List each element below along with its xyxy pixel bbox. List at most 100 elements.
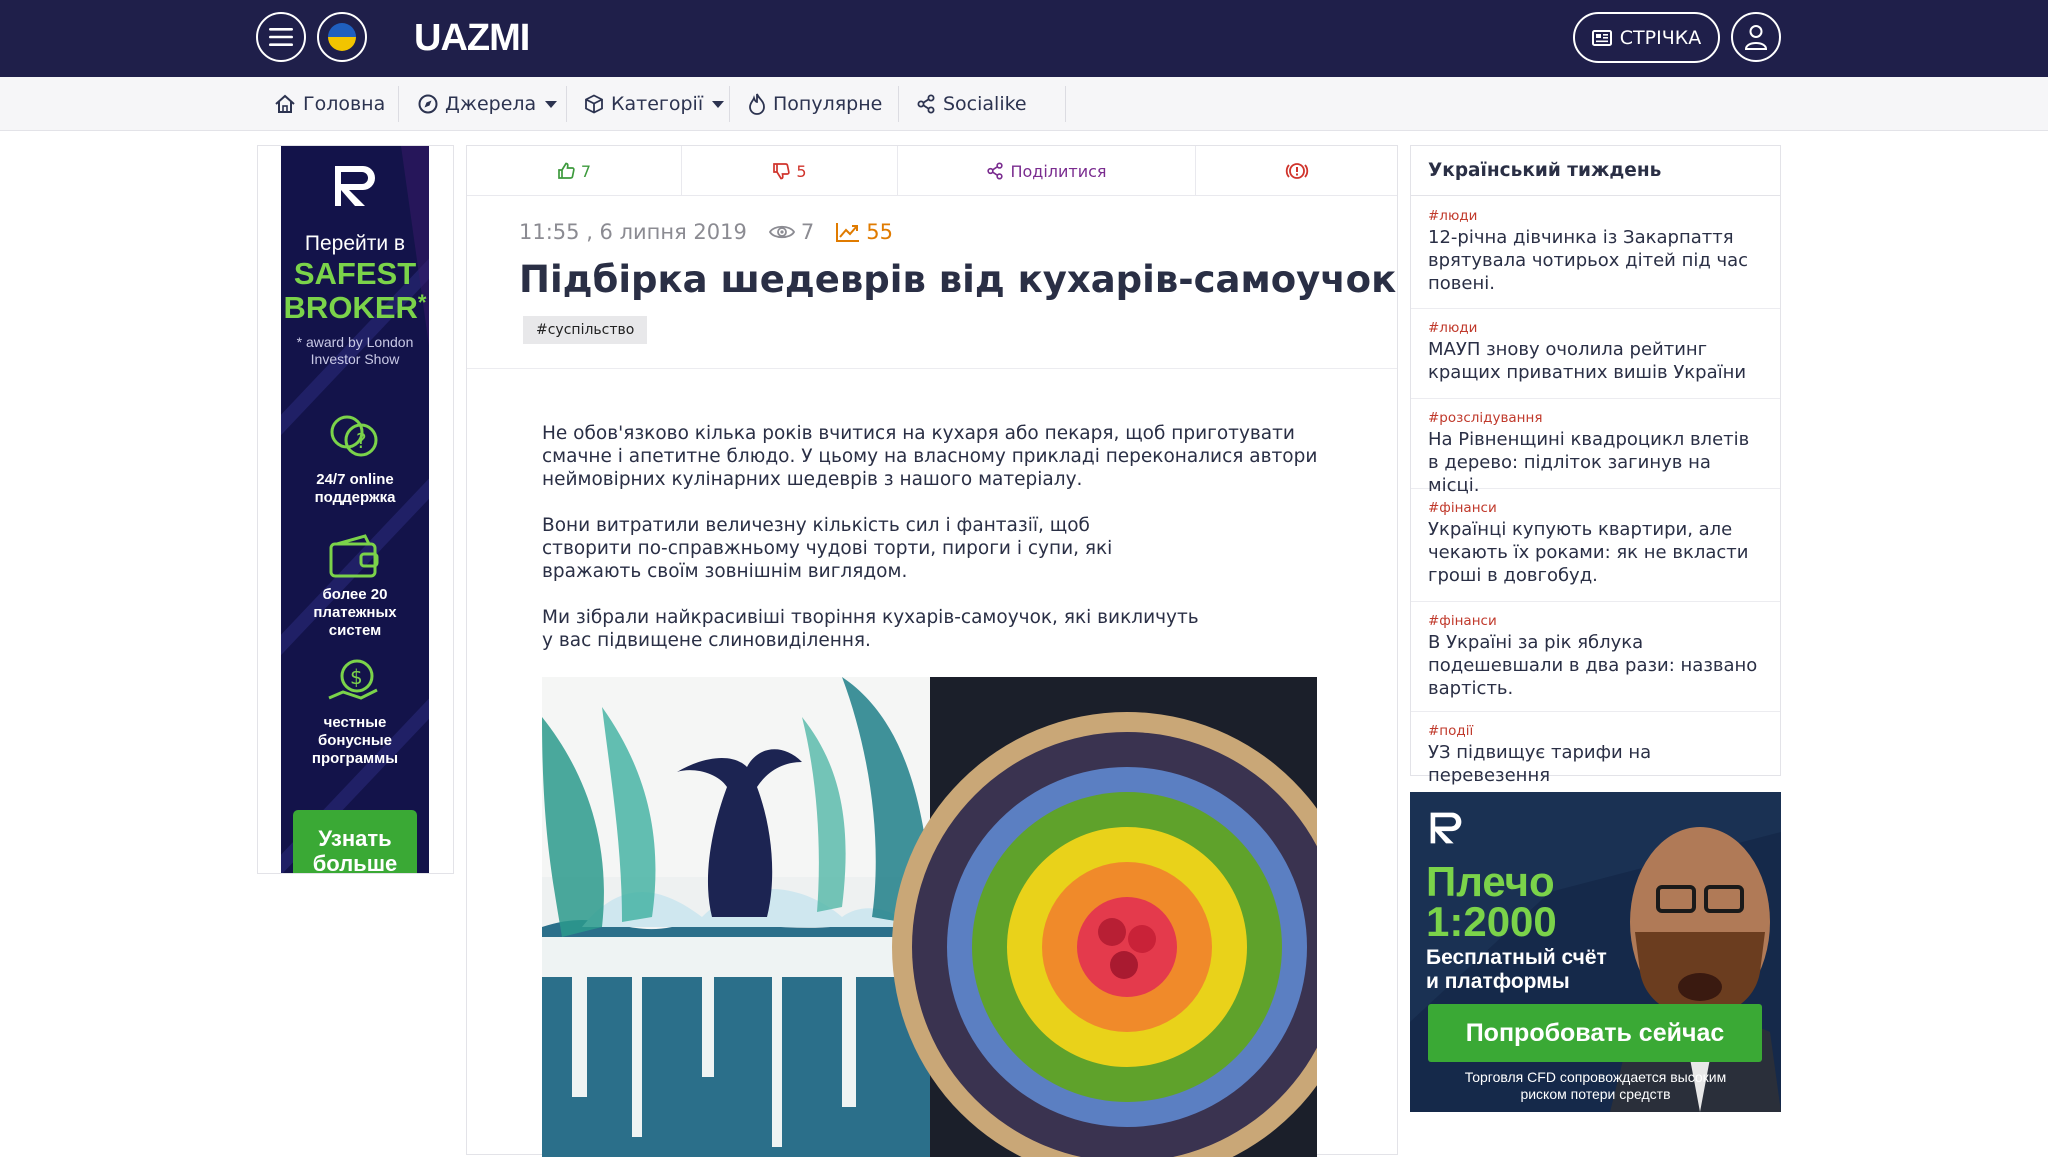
news-headline[interactable]: В Україні за рік яблука подешевшали в дв…: [1428, 631, 1763, 700]
nav-divider: [1065, 86, 1066, 122]
ad-broker: BROKER: [283, 290, 418, 325]
nav-item-label: Socialike: [943, 93, 1027, 115]
ad-learn-more-button[interactable]: Узнать больше: [293, 810, 417, 873]
nav-divider: [566, 86, 567, 122]
user-icon: [1744, 25, 1768, 50]
news-tag[interactable]: #люди: [1428, 320, 1763, 336]
rating-value: 55: [866, 220, 893, 244]
share-button[interactable]: Поділитися: [898, 146, 1195, 196]
article-paragraph: Не обов'язково кілька років вчитися на к…: [542, 423, 1318, 490]
newspaper-icon: [1591, 29, 1612, 46]
menu-button[interactable]: [256, 12, 306, 62]
article-tag[interactable]: #суспільство: [523, 316, 648, 344]
nav-divider: [729, 86, 730, 122]
news-headline[interactable]: 12-річна дівчинка із Закарпаття врятувал…: [1428, 226, 1763, 295]
news-tag[interactable]: #події: [1428, 723, 1763, 739]
dislike-count: 5: [796, 161, 807, 181]
nav-item-categories[interactable]: Категорії: [584, 77, 725, 131]
ad-go-to: Перейти в: [304, 232, 406, 255]
svg-text:$: $: [350, 665, 363, 689]
home-icon: [275, 94, 295, 113]
article-image: [542, 677, 1317, 1157]
share-nodes-icon: [917, 94, 935, 114]
like-count: 7: [580, 161, 592, 181]
like-button[interactable]: 7: [467, 146, 681, 196]
nav-item-popular[interactable]: Популярне: [748, 77, 882, 131]
nav-item-label: Джерела: [445, 93, 537, 115]
sidebar-news-item[interactable]: #події УЗ підвищує тарифи на перевезення: [1411, 712, 1780, 786]
nav-item-socialike[interactable]: Socialike: [916, 77, 1027, 131]
language-button[interactable]: [317, 12, 367, 62]
article-meta: 11:55 , 6 липня 2019 7 55: [519, 220, 893, 244]
main-navigation: Головна Джерела Категорії Популярне Soci…: [0, 77, 2048, 131]
news-sidebar: Український тиждень #люди 12-річна дівчи…: [1410, 145, 1781, 786]
ad-star: *: [417, 290, 427, 315]
sidebar-news-item[interactable]: #люди 12-річна дівчинка із Закарпаття вр…: [1411, 197, 1780, 309]
ad-disclaimer-2: риском потери средств: [1520, 1086, 1671, 1102]
article-actions-bar: 7 5 Поділитися: [467, 146, 1397, 196]
money-hand-icon: $: [328, 659, 378, 700]
fire-icon: [749, 93, 765, 115]
chevron-down-icon: [712, 100, 725, 108]
news-tag[interactable]: #фінанси: [1428, 613, 1763, 629]
article-paragraph: Ми зібрали найкрасивіші творіння кухарів…: [542, 607, 1199, 651]
share-icon: [987, 162, 1004, 180]
ad-feature-support: 24/7 online поддержка: [314, 471, 396, 506]
thumbs-up-icon: [558, 162, 575, 179]
news-headline[interactable]: МАУП знову очолила рейтинг кращих приват…: [1428, 338, 1763, 384]
share-label: Поділитися: [1010, 161, 1107, 181]
sidebar-news-item[interactable]: #фінанси Українці купують квартири, але …: [1411, 489, 1780, 602]
sidebar-news-item[interactable]: #люди МАУП знову очолила рейтинг кращих …: [1411, 309, 1780, 399]
news-headline[interactable]: На Рівненщині квадроцикл влетів в дерево…: [1428, 428, 1763, 497]
ad-try-now-button[interactable]: Попробовать сейчас: [1428, 1004, 1762, 1062]
article-title: Підбірка шедеврів від кухарів-самоучок: [519, 258, 1397, 301]
nav-item-label: Категорії: [611, 93, 704, 115]
broker-logo-icon: [335, 166, 375, 206]
svg-text:?: ?: [356, 429, 367, 453]
article-divider: [467, 368, 1397, 369]
ukraine-flag-icon: [328, 23, 356, 51]
eye-icon: [768, 225, 795, 239]
publish-date: 11:55 , 6 липня 2019: [519, 220, 747, 244]
nav-item-sources[interactable]: Джерела: [418, 77, 558, 131]
sidebar-news-item[interactable]: #фінанси В Україні за рік яблука подешев…: [1411, 602, 1780, 712]
site-logo[interactable]: UAZMI: [414, 17, 530, 60]
thumbs-down-icon: [773, 163, 791, 180]
ad-leverage-label: Плечо: [1426, 858, 1555, 905]
feed-button[interactable]: СТРІЧКА: [1573, 12, 1720, 63]
news-headline[interactable]: УЗ підвищує тарифи на перевезення: [1428, 741, 1763, 787]
feed-label: СТРІЧКА: [1619, 26, 1702, 49]
view-count: 7: [768, 220, 815, 244]
right-banner-ad[interactable]: Плечо 1:2000 Бесплатный счёт и платформы…: [1410, 792, 1781, 1112]
trend-up-icon: [836, 223, 860, 242]
report-button[interactable]: [1196, 146, 1397, 196]
sidebar-title: Український тиждень: [1411, 146, 1780, 196]
chevron-down-icon: [545, 100, 558, 108]
sidebar-news-item[interactable]: #розслідування На Рівненщині квадроцикл …: [1411, 399, 1780, 496]
compass-icon: [418, 94, 438, 114]
ad-subtitle-2: и платформы: [1426, 970, 1570, 993]
news-tag[interactable]: #фінанси: [1428, 500, 1763, 516]
ad-leverage-value: 1:2000: [1426, 898, 1557, 945]
top-header: UAZMI СТРІЧКА: [0, 0, 2048, 77]
rating: 55: [836, 220, 893, 244]
news-tag[interactable]: #люди: [1428, 208, 1763, 224]
dislike-button[interactable]: 5: [682, 146, 897, 196]
account-button[interactable]: [1731, 12, 1781, 62]
question-chat-icon: ?: [330, 415, 378, 457]
food-photo-illustration: [542, 677, 1317, 1157]
nav-divider: [398, 86, 399, 122]
cube-icon: [585, 94, 603, 114]
alert-icon: [1285, 163, 1308, 179]
article-paragraph: Вони витратили величезну кількість сил і…: [542, 515, 1113, 582]
news-headline[interactable]: Українці купують квартири, але чекають ї…: [1428, 518, 1763, 587]
news-tag[interactable]: #розслідування: [1428, 410, 1763, 426]
ad-award: * award by London Investor Show: [296, 334, 414, 367]
article-card: 7 5 Поділитися 11:55 , 6 липня 2019 7 55…: [466, 145, 1398, 1157]
nav-item-home[interactable]: Головна: [274, 77, 385, 131]
ad-disclaimer-1: Торговля CFD сопровождается высоким: [1464, 1069, 1727, 1085]
ad-safest: SAFEST: [293, 256, 417, 291]
left-banner-ad[interactable]: Перейти в SAFEST BROKER* * award by Lond…: [281, 146, 429, 873]
views-value: 7: [800, 220, 815, 244]
hamburger-icon: [269, 28, 293, 46]
